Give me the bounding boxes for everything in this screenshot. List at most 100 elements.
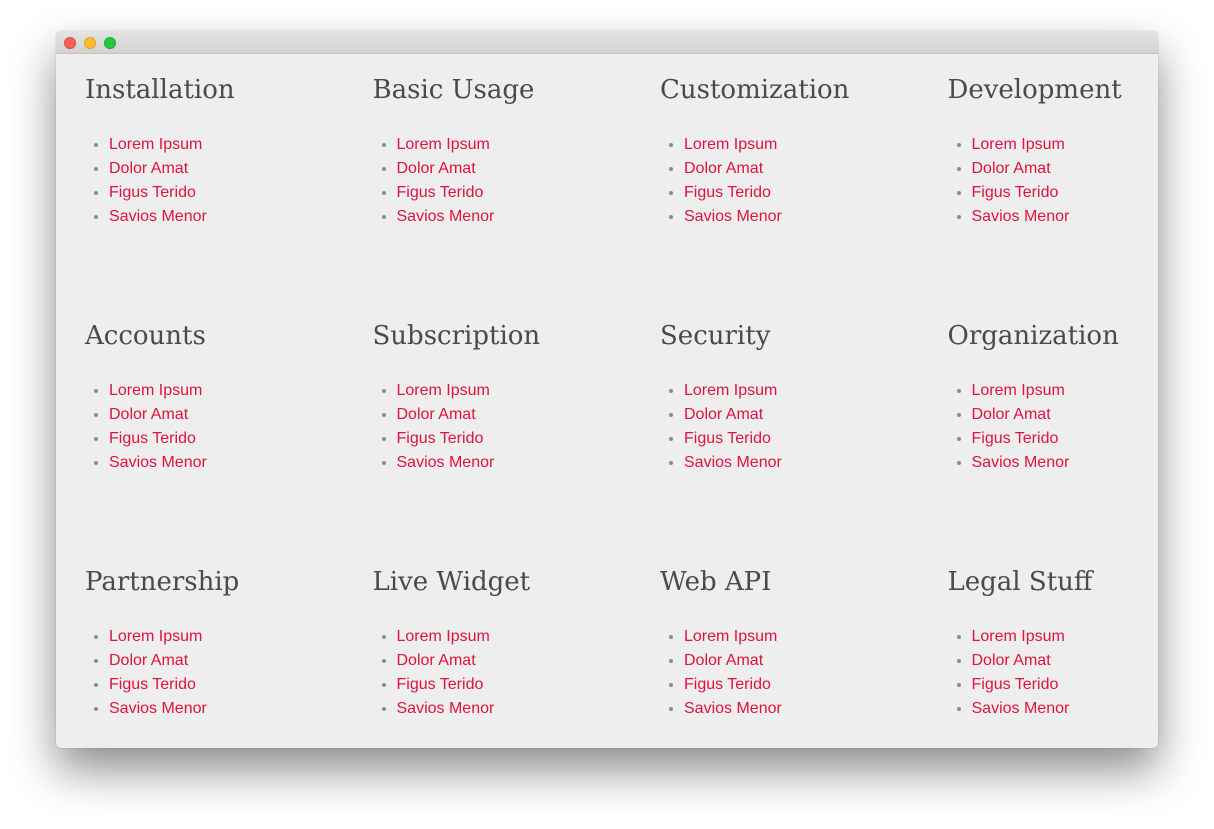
section-link[interactable]: Savios Menor: [972, 208, 1070, 225]
section-link[interactable]: Lorem Ipsum: [972, 628, 1065, 645]
list-item: Lorem Ipsum: [684, 379, 782, 403]
section-link[interactable]: Figus Terido: [972, 430, 1059, 447]
close-window-button[interactable]: [64, 37, 76, 49]
section-link[interactable]: Savios Menor: [397, 454, 495, 471]
section-link[interactable]: Lorem Ipsum: [972, 136, 1065, 153]
section-link[interactable]: Dolor Amat: [684, 406, 763, 423]
list-item: Dolor Amat: [684, 157, 782, 181]
section-link[interactable]: Figus Terido: [397, 430, 484, 447]
section-title: Accounts: [85, 321, 206, 351]
section-link[interactable]: Figus Terido: [397, 676, 484, 693]
section-link[interactable]: Lorem Ipsum: [109, 136, 202, 153]
section-link-list: Lorem Ipsum Dolor Amat Figus Terido Savios …: [948, 379, 1070, 475]
section-link[interactable]: Figus Terido: [684, 430, 771, 447]
section-link[interactable]: Dolor Amat: [109, 652, 188, 669]
section-link[interactable]: Figus Terido: [972, 184, 1059, 201]
section-link[interactable]: Lorem Ipsum: [109, 382, 202, 399]
list-item: Savios Menor: [109, 205, 207, 229]
section-link-list: Lorem Ipsum Dolor Amat Figus Terido Savios …: [373, 625, 495, 721]
sections-grid: Installation Lorem Ipsum Dolor Amat Figus T…: [85, 54, 1158, 748]
section-link[interactable]: Savios Menor: [109, 208, 207, 225]
section-link[interactable]: Lorem Ipsum: [397, 382, 490, 399]
section-link[interactable]: Dolor Amat: [109, 160, 188, 177]
list-item: Figus Terido: [109, 673, 207, 697]
list-item: Dolor Amat: [972, 157, 1070, 181]
list-item: Dolor Amat: [972, 649, 1070, 673]
section-link[interactable]: Dolor Amat: [972, 160, 1051, 177]
section-link[interactable]: Dolor Amat: [397, 160, 476, 177]
list-item: Dolor Amat: [397, 157, 495, 181]
section-web-api: Web API Lorem Ipsum Dolor Amat Figus Terido…: [660, 546, 948, 748]
list-item: Dolor Amat: [397, 403, 495, 427]
list-item: Savios Menor: [397, 205, 495, 229]
section-link[interactable]: Savios Menor: [972, 700, 1070, 717]
section-link[interactable]: Figus Terido: [109, 184, 196, 201]
minimize-window-button[interactable]: [84, 37, 96, 49]
section-link[interactable]: Savios Menor: [684, 454, 782, 471]
section-link[interactable]: Dolor Amat: [972, 652, 1051, 669]
section-link-list: Lorem Ipsum Dolor Amat Figus Terido Savios …: [373, 379, 495, 475]
list-item: Figus Terido: [972, 181, 1070, 205]
section-link[interactable]: Dolor Amat: [684, 652, 763, 669]
page-content: Installation Lorem Ipsum Dolor Amat Figus T…: [56, 54, 1158, 748]
section-link-list: Lorem Ipsum Dolor Amat Figus Terido Savios …: [948, 133, 1070, 229]
list-item: Savios Menor: [684, 205, 782, 229]
section-link[interactable]: Dolor Amat: [397, 406, 476, 423]
section-link[interactable]: Lorem Ipsum: [397, 136, 490, 153]
list-item: Dolor Amat: [684, 403, 782, 427]
section-link-list: Lorem Ipsum Dolor Amat Figus Terido Savios …: [660, 379, 782, 475]
section-accounts: Accounts Lorem Ipsum Dolor Amat Figus Terid…: [85, 300, 373, 546]
section-legal-stuff: Legal Stuff Lorem Ipsum Dolor Amat Figus Te…: [948, 546, 1159, 748]
section-link[interactable]: Savios Menor: [109, 700, 207, 717]
section-link[interactable]: Lorem Ipsum: [397, 628, 490, 645]
section-link[interactable]: Savios Menor: [109, 454, 207, 471]
section-link[interactable]: Dolor Amat: [972, 406, 1051, 423]
section-subscription: Subscription Lorem Ipsum Dolor Amat Figus T…: [373, 300, 661, 546]
section-link[interactable]: Figus Terido: [972, 676, 1059, 693]
section-title: Partnership: [85, 567, 240, 597]
list-item: Figus Terido: [397, 673, 495, 697]
section-link[interactable]: Figus Terido: [109, 676, 196, 693]
section-link[interactable]: Lorem Ipsum: [684, 382, 777, 399]
section-link[interactable]: Savios Menor: [397, 208, 495, 225]
list-item: Figus Terido: [972, 427, 1070, 451]
list-item: Dolor Amat: [109, 403, 207, 427]
section-link-list: Lorem Ipsum Dolor Amat Figus Terido Savios …: [660, 133, 782, 229]
section-link[interactable]: Lorem Ipsum: [684, 628, 777, 645]
section-link[interactable]: Dolor Amat: [684, 160, 763, 177]
section-customization: Customization Lorem Ipsum Dolor Amat Figus …: [660, 54, 948, 300]
list-item: Savios Menor: [109, 451, 207, 475]
section-link[interactable]: Dolor Amat: [109, 406, 188, 423]
section-title: Installation: [85, 75, 235, 105]
section-link[interactable]: Figus Terido: [684, 184, 771, 201]
maximize-window-button[interactable]: [104, 37, 116, 49]
section-link[interactable]: Dolor Amat: [397, 652, 476, 669]
section-link-list: Lorem Ipsum Dolor Amat Figus Terido Savios …: [85, 625, 207, 721]
section-development: Development Lorem Ipsum Dolor Amat Figus Te…: [948, 54, 1159, 300]
section-link[interactable]: Figus Terido: [684, 676, 771, 693]
section-link[interactable]: Lorem Ipsum: [684, 136, 777, 153]
section-link[interactable]: Figus Terido: [397, 184, 484, 201]
section-link[interactable]: Savios Menor: [684, 208, 782, 225]
list-item: Savios Menor: [972, 697, 1070, 721]
section-title: Web API: [660, 567, 772, 597]
title-bar[interactable]: [56, 31, 1158, 54]
section-link[interactable]: Savios Menor: [397, 700, 495, 717]
section-title: Development: [947, 75, 1122, 105]
section-title: Subscription: [372, 321, 541, 351]
list-item: Savios Menor: [397, 697, 495, 721]
section-link[interactable]: Lorem Ipsum: [972, 382, 1065, 399]
section-link[interactable]: Figus Terido: [109, 430, 196, 447]
section-link[interactable]: Savios Menor: [684, 700, 782, 717]
list-item: Figus Terido: [397, 427, 495, 451]
section-link[interactable]: Lorem Ipsum: [109, 628, 202, 645]
section-link[interactable]: Savios Menor: [972, 454, 1070, 471]
app-window: Installation Lorem Ipsum Dolor Amat Figus T…: [56, 31, 1158, 748]
section-link-list: Lorem Ipsum Dolor Amat Figus Terido Savios …: [373, 133, 495, 229]
section-link-list: Lorem Ipsum Dolor Amat Figus Terido Savios …: [85, 133, 207, 229]
list-item: Lorem Ipsum: [684, 133, 782, 157]
section-title: Live Widget: [372, 567, 531, 597]
list-item: Savios Menor: [109, 697, 207, 721]
list-item: Figus Terido: [684, 181, 782, 205]
list-item: Lorem Ipsum: [397, 133, 495, 157]
